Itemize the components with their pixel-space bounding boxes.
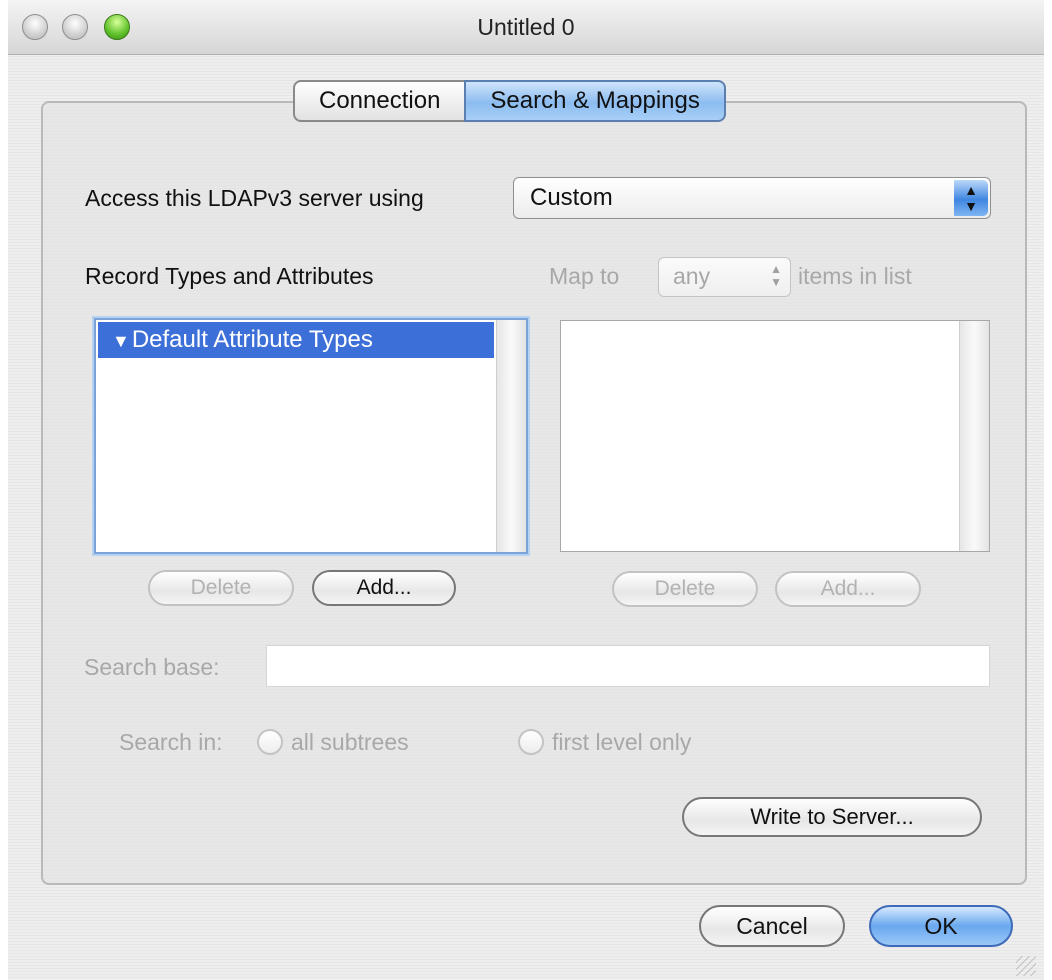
search-base-label: Search base:	[84, 654, 220, 680]
write-to-server-button[interactable]: Write to Server...	[682, 797, 982, 837]
radio-all-subtrees[interactable]	[257, 729, 283, 755]
scrollbar[interactable]	[496, 320, 526, 552]
add-mapping-button[interactable]: Add...	[775, 571, 921, 607]
disclosure-triangle-icon[interactable]: ▼	[112, 323, 130, 359]
scrollbar[interactable]	[959, 321, 989, 551]
tab-search-mappings[interactable]: Search & Mappings	[464, 80, 726, 122]
record-types-label: Record Types and Attributes	[85, 263, 374, 289]
list-item-label: Default Attribute Types	[131, 326, 373, 353]
list-item[interactable]: ▼Default Attribute Types	[98, 322, 494, 358]
map-to-label: Map to	[549, 263, 620, 289]
add-record-button[interactable]: Add...	[312, 570, 456, 606]
map-to-value: any	[673, 263, 711, 289]
map-to-popup[interactable]: any ▲ ▼	[658, 257, 791, 297]
access-label: Access this LDAPv3 server using	[85, 185, 424, 211]
search-in-label: Search in:	[119, 729, 223, 755]
first-level-only-label[interactable]: first level only	[552, 729, 691, 756]
resize-grip-icon[interactable]	[1016, 956, 1036, 976]
radio-first-level-only[interactable]	[518, 729, 544, 755]
popup-arrows-icon: ▲ ▼	[954, 180, 988, 216]
delete-mapping-button[interactable]: Delete	[612, 571, 758, 607]
title-bar[interactable]: Untitled 0	[8, 0, 1044, 55]
cancel-button[interactable]: Cancel	[699, 905, 845, 947]
popup-arrows-icon: ▲ ▼	[770, 262, 782, 289]
mappings-list[interactable]	[560, 320, 990, 552]
all-subtrees-label[interactable]: all subtrees	[291, 729, 409, 756]
search-base-field[interactable]	[266, 645, 990, 687]
items-in-list-label: items in list	[798, 263, 912, 289]
access-method-value: Custom	[530, 184, 613, 211]
window-title: Untitled 0	[477, 14, 575, 40]
ok-button[interactable]: OK	[869, 905, 1013, 947]
access-method-popup[interactable]: Custom ▲ ▼	[513, 177, 991, 219]
delete-record-button[interactable]: Delete	[148, 570, 294, 606]
dialog-window: Untitled 0 Connection Search & Mappings …	[8, 0, 1044, 980]
tab-connection[interactable]: Connection	[293, 80, 465, 122]
record-types-list[interactable]: ▼Default Attribute Types	[94, 318, 528, 554]
tab-bar: Connection Search & Mappings	[293, 80, 726, 124]
